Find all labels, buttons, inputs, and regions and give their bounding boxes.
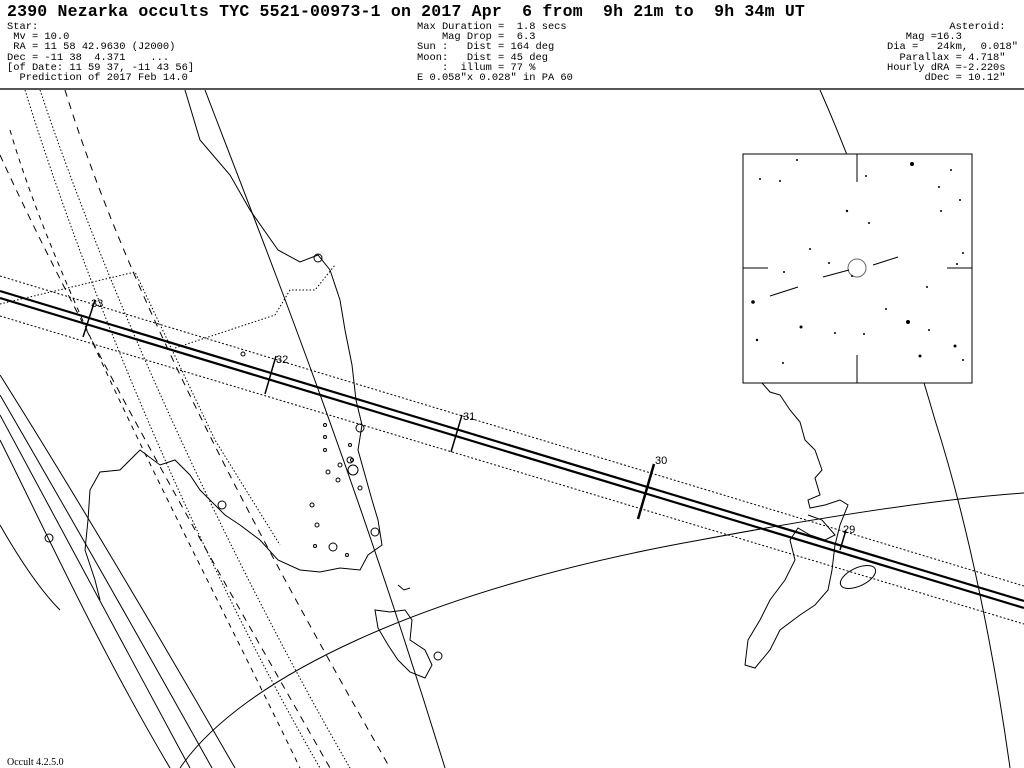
asteroid-info: Asteroid: Mag =16.3 Dia = 24km, 0.018" P… xyxy=(840,22,1018,83)
time-label: 32 xyxy=(276,354,288,366)
error-ellipse: E 0.058"x 0.028" in PA 60 xyxy=(417,72,573,85)
error-ellipse-mark xyxy=(839,565,877,589)
event-info: Max Duration = 1.8 secs Mag Drop = 6.3 S… xyxy=(417,22,573,83)
time-tick xyxy=(450,414,463,453)
time-label: 31 xyxy=(463,411,475,423)
asteroid-ddec: dDec = 10.12" xyxy=(924,72,1018,85)
star-field-inset xyxy=(742,153,973,384)
coastline-new-zealand xyxy=(744,382,849,669)
event-title: 2390 Nezarka occults TYC 5521-00973-1 on… xyxy=(7,2,806,21)
software-version: Occult 4.2.5.0 xyxy=(7,757,64,768)
coastline-australia xyxy=(84,90,433,679)
star-info: Star: Mv = 10.0 RA = 11 58 42.9630 (J200… xyxy=(7,22,194,83)
occultation-map: 33 32 31 30 29 xyxy=(0,90,1024,768)
prediction-date: Prediction of 2017 Feb 14.0 xyxy=(7,72,188,85)
time-ticks: 33 32 31 30 29 xyxy=(82,298,855,551)
time-label: 33 xyxy=(91,298,103,310)
time-label: 29 xyxy=(843,524,855,536)
dashed-limit-curves xyxy=(0,90,391,768)
dotted-curves xyxy=(0,90,351,768)
time-label: 30 xyxy=(655,455,667,467)
